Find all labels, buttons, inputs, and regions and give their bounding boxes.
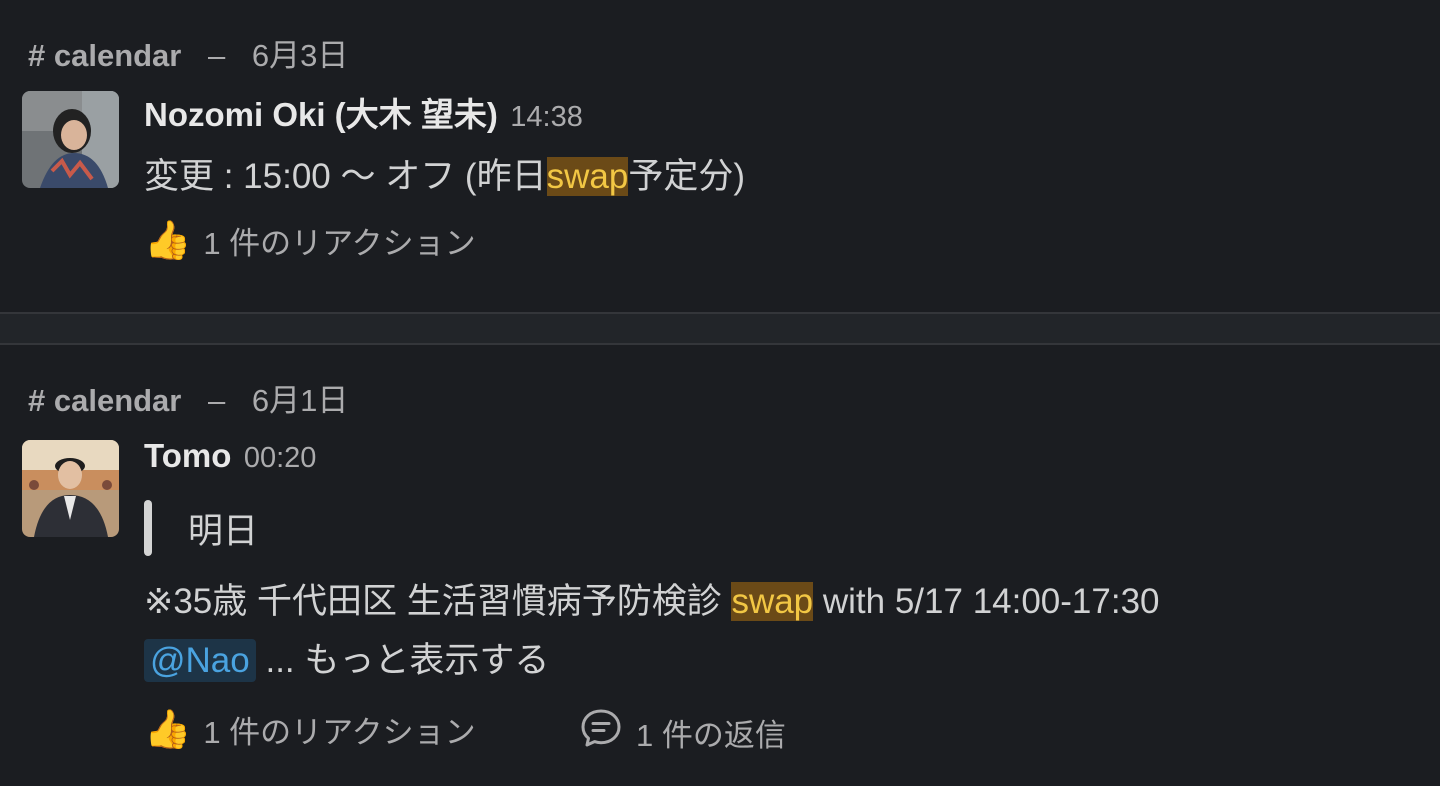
blockquote: 明日 [144,500,258,556]
search-highlight: swap [731,582,814,621]
channel-name[interactable]: # calendar [28,383,181,418]
result-channel-line: # calendar – 6月3日 [28,30,348,75]
message-time[interactable]: 14:38 [510,101,583,133]
message-text-after: with 5/17 14:00-17:30 [813,582,1160,621]
message-date[interactable]: 6月3日 [252,38,348,73]
reaction-count-label: 1 件のリアクション [203,226,476,261]
result-divider [0,312,1440,345]
reply-count-label: 1 件の返信 [636,717,786,753]
quote-bar [144,500,152,556]
search-result-1[interactable]: # calendar – 6月3日 Nozomi Oki (大木 望未) 14:… [0,0,1440,312]
message-text: ※35歳 千代田区 生活習慣病予防検診 swap with 5/17 14:00… [144,573,1160,624]
message-date[interactable]: 6月1日 [252,383,348,418]
message-header: Nozomi Oki (大木 望未) 14:38 [144,88,583,136]
avatar[interactable] [22,91,119,188]
result-channel-line: # calendar – 6月1日 [28,375,348,420]
user-mention[interactable]: @Nao [144,639,256,682]
message-header: Tomo 00:20 [144,437,316,475]
message-text-after: 予定分) [628,157,745,196]
reaction-count-label: 1 件のリアクション [203,715,476,750]
thread-replies-link[interactable]: 1 件の返信 [580,707,786,757]
thumbs-up-icon: 👍 [144,708,192,751]
message-continuation: @Nao ... もっと表示する [144,632,549,683]
reply-bubble-icon [580,707,622,757]
show-more-link[interactable]: ... もっと表示する [265,641,549,680]
author-name[interactable]: Nozomi Oki (大木 望未) [144,96,498,133]
message-text-before: ※35歳 千代田区 生活習慣病予防検診 [144,582,732,621]
thumbs-up-icon: 👍 [144,219,192,262]
message-text-before: 変更 : 15:00 〜 オフ (昨日 [144,157,547,196]
quote-text: 明日 [188,511,259,551]
message-time[interactable]: 00:20 [244,442,317,474]
separator: – [208,38,226,73]
search-highlight: swap [546,157,629,196]
avatar[interactable] [22,440,119,537]
channel-name[interactable]: # calendar [28,38,181,73]
reaction-summary[interactable]: 👍 1 件のリアクション [144,707,476,752]
search-result-2[interactable]: # calendar – 6月1日 Tomo 00:20 明日 ※35歳 千代田… [0,345,1440,786]
author-name[interactable]: Tomo [144,437,231,474]
message-text: 変更 : 15:00 〜 オフ (昨日swap予定分) [144,148,745,199]
reaction-summary[interactable]: 👍 1 件のリアクション [144,218,476,263]
separator: – [208,383,226,418]
